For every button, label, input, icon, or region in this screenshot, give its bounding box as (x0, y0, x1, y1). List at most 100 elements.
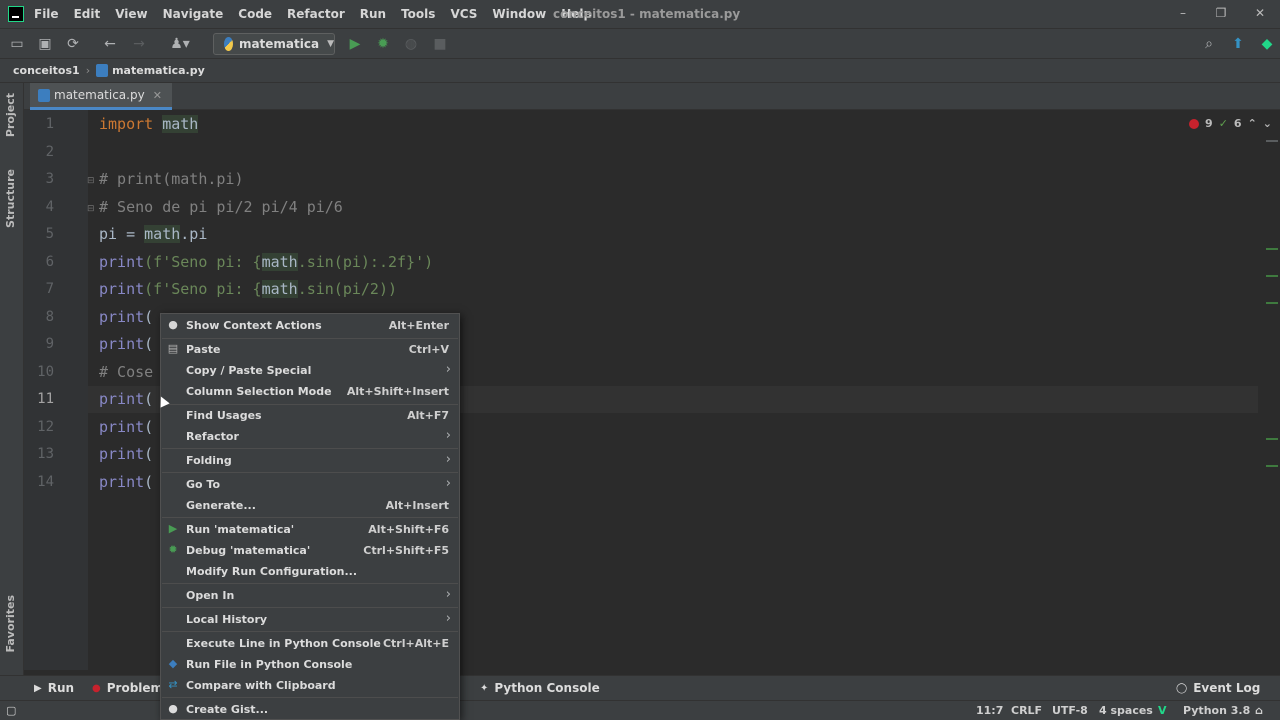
menu-refactor[interactable]: Refactor (287, 7, 345, 21)
run-tool-button[interactable]: ▶ Run (34, 681, 74, 695)
menu-refactor[interactable]: Refactor › (161, 426, 459, 448)
clipboard-icon: ▤ (167, 342, 179, 355)
code-token: ( (144, 418, 154, 436)
builtin-token: print (99, 280, 145, 298)
project-panel-button[interactable]: Project (4, 93, 17, 137)
favorites-panel-button[interactable]: Favorites (4, 595, 17, 652)
code-line-5: pi = math.pi (99, 225, 207, 243)
scroll-marker[interactable] (1266, 465, 1278, 467)
menu-compare-with-clipboard[interactable]: ⇄ Compare with Clipboard (161, 675, 459, 697)
structure-panel-button[interactable]: Structure (4, 169, 17, 228)
run-with-coverage-icon[interactable]: ◍ (402, 35, 420, 53)
menu-find-usages[interactable]: Find Usages Alt+F7 (161, 405, 459, 427)
menu-show-context-actions[interactable]: ● Show Context Actions Alt+Enter (161, 315, 459, 337)
menu-window[interactable]: Window (492, 7, 546, 21)
code-line-13: print( (99, 445, 153, 463)
breadcrumb-file[interactable]: matematica.py (112, 64, 205, 77)
menu-separator (162, 448, 458, 449)
tab-matematica[interactable]: matematica.py ✕ (30, 83, 172, 110)
menu-tools[interactable]: Tools (401, 7, 435, 21)
line-number: 7 (45, 281, 54, 297)
open-folder-icon[interactable]: ▭ (8, 35, 26, 53)
event-log-icon: ◯ (1176, 682, 1188, 694)
search-icon[interactable]: ⌕ (1200, 35, 1218, 53)
menu-run[interactable]: Run (360, 7, 386, 21)
menu-go-to[interactable]: Go To › (161, 474, 459, 496)
submenu-arrow-icon: › (445, 587, 451, 602)
code-line-14: print( (99, 473, 153, 491)
close-tab-icon[interactable]: ✕ (153, 89, 162, 102)
menu-generate[interactable]: Generate... Alt+Insert (161, 495, 459, 517)
debug-bug-icon[interactable]: ✹ (374, 35, 392, 53)
python-console-button[interactable]: ✦ Python Console (480, 681, 600, 695)
menu-copy-paste-special[interactable]: Copy / Paste Special › (161, 360, 459, 382)
menu-edit[interactable]: Edit (74, 7, 101, 21)
line-number: 10 (37, 364, 54, 380)
lightbulb-icon: ● (168, 318, 178, 331)
problems-icon: ● (92, 682, 101, 694)
menu-execute-line-in-python-console[interactable]: Execute Line in Python Console Ctrl+Alt+… (161, 633, 459, 655)
builtin-token: print (99, 445, 145, 463)
minimize-button[interactable]: – (1170, 4, 1196, 22)
menu-modify-run-configuration[interactable]: Modify Run Configuration... (161, 561, 459, 583)
problems-tool-button[interactable]: ● Problems (92, 681, 170, 695)
sync-icon[interactable]: ⟳ (64, 35, 82, 53)
line-number: 14 (37, 474, 54, 490)
menu-run-matematica[interactable]: ▶ Run 'matematica' Alt+Shift+F6 (161, 519, 459, 541)
back-arrow-icon[interactable]: ← (101, 35, 119, 53)
menu-separator (162, 697, 458, 698)
scroll-marker[interactable] (1266, 438, 1278, 440)
vcs-user-icon[interactable]: ♟▾ (167, 35, 193, 53)
scroll-marker[interactable] (1266, 275, 1278, 277)
menu-paste[interactable]: ▤ Paste Ctrl+V (161, 339, 459, 361)
builtin-token: print (99, 308, 145, 326)
line-number: 3 (45, 171, 54, 187)
menu-item-shortcut: Alt+F7 (407, 409, 449, 422)
menu-local-history[interactable]: Local History › (161, 609, 459, 631)
menu-create-gist[interactable]: ● Create Gist... (161, 699, 459, 720)
code-with-me-status-icon[interactable]: V (1158, 704, 1167, 717)
string-token: (f'Seno pi: { (144, 253, 262, 271)
menu-file[interactable]: File (34, 7, 59, 21)
menu-column-selection-mode[interactable]: Column Selection Mode Alt+Shift+Insert (161, 381, 459, 403)
code-line-8: print( (99, 308, 153, 326)
breadcrumb-project[interactable]: conceitos1 (13, 64, 80, 77)
menu-code[interactable]: Code (238, 7, 272, 21)
maximize-button[interactable]: ❐ (1208, 4, 1234, 22)
update-icon[interactable]: ⬆ (1229, 35, 1247, 53)
run-configuration-selector[interactable]: matematica ▼ (213, 33, 335, 55)
chevron-down-icon: ▼ (327, 39, 334, 49)
scroll-marker[interactable] (1266, 248, 1278, 250)
scroll-marker[interactable] (1266, 302, 1278, 304)
menu-navigate[interactable]: Navigate (163, 7, 224, 21)
menu-open-in[interactable]: Open In › (161, 585, 459, 607)
menu-run-file-in-python-console[interactable]: ◆ Run File in Python Console (161, 654, 459, 676)
fold-marker-icon[interactable]: ⊟ (87, 204, 95, 214)
line-number: 1 (45, 116, 54, 132)
stop-icon[interactable]: ■ (431, 35, 449, 53)
code-with-me-icon[interactable]: ◆ (1258, 35, 1276, 53)
event-log-button[interactable]: ◯ Event Log (1176, 681, 1260, 695)
line-separator[interactable]: CRLF (1011, 704, 1042, 717)
inspection-widget[interactable]: 9 ✓ 6 ⌃ ⌄ (1189, 117, 1272, 130)
line-number: 9 (45, 336, 54, 352)
previous-highlight-icon[interactable]: ⌃ (1248, 117, 1257, 130)
file-encoding[interactable]: UTF-8 (1052, 704, 1088, 717)
menu-folding[interactable]: Folding › (161, 450, 459, 472)
scroll-marker[interactable] (1266, 140, 1278, 142)
run-icon[interactable]: ▶ (346, 35, 364, 53)
menu-view[interactable]: View (115, 7, 147, 21)
tool-windows-toggle-icon[interactable]: ▢ (6, 704, 16, 717)
menu-vcs[interactable]: VCS (450, 7, 477, 21)
fold-marker-icon[interactable]: ⊟ (87, 176, 95, 186)
next-highlight-icon[interactable]: ⌄ (1263, 117, 1272, 130)
close-window-button[interactable]: ✕ (1247, 4, 1273, 22)
python-interpreter[interactable]: Python 3.8 (1183, 704, 1250, 717)
caret-position[interactable]: 11:7 (976, 704, 1003, 717)
forward-arrow-icon[interactable]: → (130, 35, 148, 53)
menu-debug-matematica[interactable]: ✹ Debug 'matematica' Ctrl+Shift+F5 (161, 540, 459, 562)
indent-setting[interactable]: 4 spaces (1099, 704, 1153, 717)
lock-icon[interactable]: ⌂ (1255, 704, 1263, 717)
save-all-icon[interactable]: ▣ (36, 35, 54, 53)
menu-separator (162, 517, 458, 518)
